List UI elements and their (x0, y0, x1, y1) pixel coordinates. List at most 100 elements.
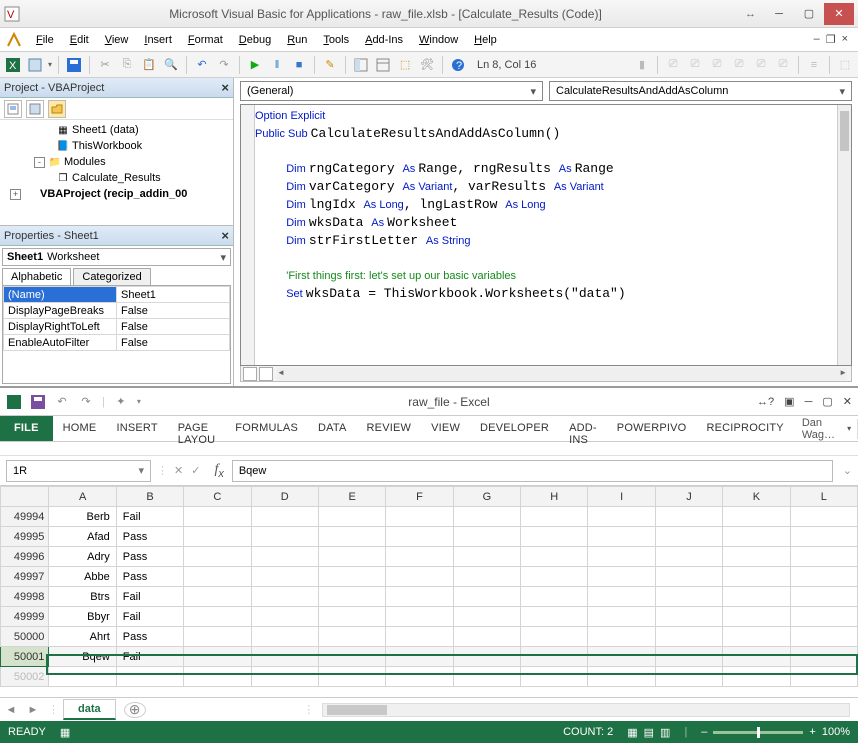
property-row[interactable]: DisplayRightToLeftFalse (4, 319, 230, 335)
sheet-tab-data[interactable]: data (63, 699, 116, 720)
cell[interactable] (521, 527, 588, 547)
cell[interactable] (790, 547, 857, 567)
mdi-restore-button[interactable]: ❐ (826, 33, 836, 46)
object-browser-button[interactable]: ⬚ (396, 56, 414, 74)
code-object-dropdown[interactable]: (General) ▾ (240, 81, 543, 101)
cell[interactable] (521, 647, 588, 667)
code-horizontal-scrollbar[interactable] (277, 368, 847, 380)
row-header[interactable]: 49994 (1, 507, 49, 527)
cell[interactable] (655, 527, 722, 547)
properties-window-button[interactable] (374, 56, 392, 74)
tb-extra-2[interactable]: ⎚ (664, 56, 682, 74)
table-row[interactable]: 50001BqewFail (1, 647, 858, 667)
undo-button[interactable]: ↶ (193, 56, 211, 74)
normal-view-button[interactable]: ▦ (627, 726, 637, 739)
row-header[interactable]: 49996 (1, 547, 49, 567)
menu-debug[interactable]: Debug (231, 31, 279, 49)
cell[interactable] (318, 547, 385, 567)
cell[interactable] (655, 587, 722, 607)
column-header-C[interactable]: C (184, 487, 251, 507)
cell[interactable] (184, 627, 251, 647)
column-header-A[interactable]: A (49, 487, 116, 507)
ribbon-tab-add-ins[interactable]: ADD-INS (559, 416, 607, 441)
properties-tab-categorized[interactable]: Categorized (73, 268, 150, 285)
full-module-view-button[interactable] (259, 367, 273, 381)
macro-record-button[interactable]: ▦ (60, 726, 70, 739)
tree-item[interactable]: +🣐VBAProject (recip_addin_00 (0, 186, 233, 202)
cell[interactable] (318, 647, 385, 667)
cell[interactable] (251, 547, 318, 567)
help-button[interactable]: ? (449, 56, 467, 74)
cell[interactable] (318, 607, 385, 627)
cell[interactable] (318, 527, 385, 547)
column-header-D[interactable]: D (251, 487, 318, 507)
cell[interactable] (723, 587, 790, 607)
cell[interactable] (790, 567, 857, 587)
menu-file[interactable]: File (28, 31, 62, 49)
tree-twist-icon[interactable]: - (34, 157, 45, 168)
cell[interactable] (251, 507, 318, 527)
row-header[interactable]: 49999 (1, 607, 49, 627)
design-mode-button[interactable]: ✎ (321, 56, 339, 74)
column-header-H[interactable]: H (521, 487, 588, 507)
cell[interactable] (723, 567, 790, 587)
toggle-folders-button[interactable] (48, 100, 66, 118)
menu-format[interactable]: Format (180, 31, 231, 49)
cell[interactable] (184, 647, 251, 667)
cell[interactable] (588, 567, 655, 587)
cell[interactable] (655, 547, 722, 567)
code-vertical-scrollbar[interactable] (837, 105, 851, 365)
column-header-I[interactable]: I (588, 487, 655, 507)
row-header[interactable]: 50002 (1, 667, 49, 687)
fx-icon[interactable]: fx (214, 462, 223, 480)
menu-window[interactable]: Window (411, 31, 466, 49)
table-row[interactable]: 49997AbbePass (1, 567, 858, 587)
cell[interactable] (790, 627, 857, 647)
cell[interactable] (588, 627, 655, 647)
cell[interactable]: Afad (49, 527, 116, 547)
vba-minimize-button[interactable]: ─ (764, 3, 794, 25)
vba-maximize-button[interactable]: ▢ (794, 3, 824, 25)
cell[interactable] (184, 587, 251, 607)
project-explorer-button[interactable] (352, 56, 370, 74)
properties-pane-close-button[interactable]: × (221, 228, 229, 243)
property-row[interactable]: DisplayPageBreaksFalse (4, 303, 230, 319)
procedure-view-button[interactable] (243, 367, 257, 381)
cell[interactable]: Fail (116, 607, 183, 627)
row-header[interactable]: 49995 (1, 527, 49, 547)
cell[interactable] (790, 607, 857, 627)
name-box[interactable]: 1R ▾ (6, 460, 151, 482)
ribbon-display-options-button[interactable]: ▣ (784, 395, 794, 408)
table-row[interactable]: 49995AfadPass (1, 527, 858, 547)
enter-formula-button[interactable]: ✓ (191, 464, 200, 477)
ribbon-tab-review[interactable]: REVIEW (357, 416, 422, 441)
menu-help[interactable]: Help (466, 31, 505, 49)
cell[interactable] (723, 627, 790, 647)
page-break-view-button[interactable]: ▥ (660, 726, 670, 739)
property-value[interactable]: False (117, 335, 230, 351)
tb-extra-6[interactable]: ⎚ (752, 56, 770, 74)
cell[interactable] (453, 527, 520, 547)
cell[interactable] (318, 627, 385, 647)
cell[interactable] (453, 507, 520, 527)
cell[interactable]: Fail (116, 507, 183, 527)
zoom-in-button[interactable]: + (809, 726, 815, 738)
sheet-horizontal-scrollbar[interactable] (322, 703, 850, 717)
property-value[interactable]: False (117, 319, 230, 335)
project-tree[interactable]: ▦Sheet1 (data)📘ThisWorkbook-📁Modules❒Cal… (0, 120, 233, 226)
tree-item[interactable]: 📘ThisWorkbook (0, 138, 233, 154)
qat-redo-button[interactable]: ↷ (78, 394, 94, 410)
worksheet-grid[interactable]: ABCDEFGHIJKL49994BerbFail49995AfadPass49… (0, 486, 858, 697)
ribbon-tab-data[interactable]: DATA (308, 416, 357, 441)
column-header-J[interactable]: J (655, 487, 722, 507)
ribbon-tab-file[interactable]: FILE (0, 416, 53, 441)
cell[interactable] (655, 507, 722, 527)
cell[interactable] (386, 647, 453, 667)
menu-add-ins[interactable]: Add-Ins (357, 31, 411, 49)
row-header[interactable]: 49998 (1, 587, 49, 607)
cell[interactable] (588, 547, 655, 567)
reset-button[interactable]: ■ (290, 56, 308, 74)
cell[interactable] (386, 607, 453, 627)
tb-extra-4[interactable]: ⎚ (708, 56, 726, 74)
property-row[interactable]: EnableAutoFilterFalse (4, 335, 230, 351)
